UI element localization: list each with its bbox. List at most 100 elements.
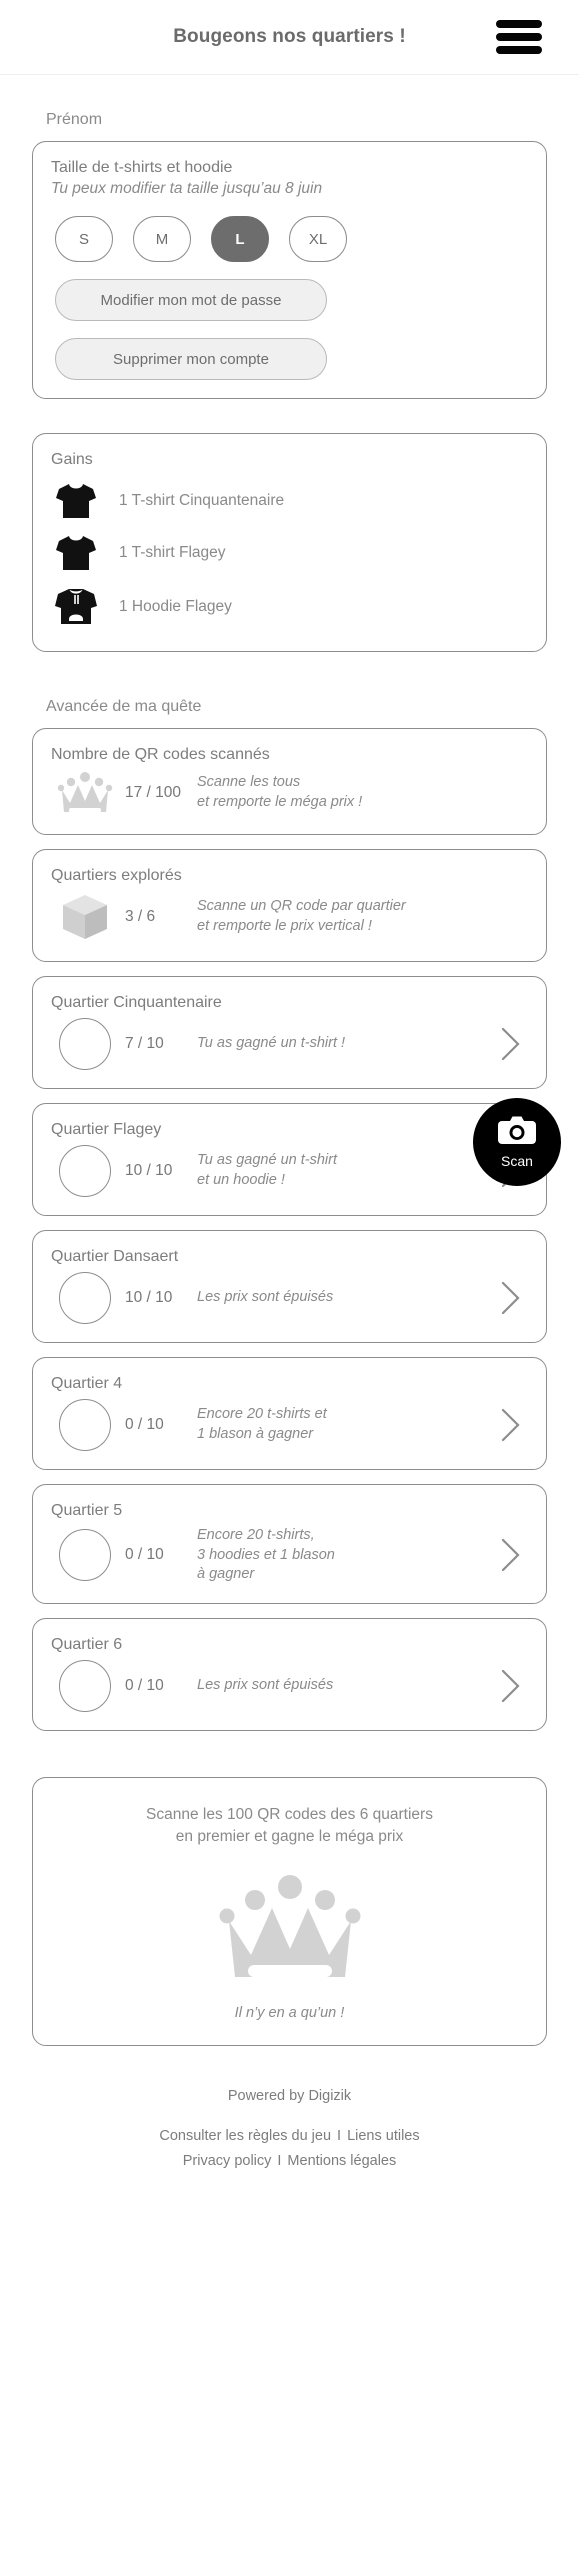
district-row-cinquantenaire[interactable]: Quartier Cinquantenaire 7 / 10 Tu as gag… [32, 976, 547, 1089]
camera-icon [497, 1115, 537, 1150]
district-desc: Tu as gagné un t-shirt ! [197, 1034, 494, 1054]
tshirt-icon [51, 533, 101, 573]
progress-ring-icon [51, 1145, 119, 1197]
district-title: Quartier 4 [51, 1375, 123, 1392]
chevron-right-icon[interactable] [494, 1281, 528, 1315]
district-row-4[interactable]: Quartier 4 0 / 10 Encore 20 t-shirts et … [32, 1357, 547, 1470]
chevron-right-icon[interactable] [494, 1027, 528, 1061]
district-body: 7 / 10 Tu as gagné un t-shirt ! [51, 1018, 528, 1070]
chevron-right-icon[interactable] [494, 1408, 528, 1442]
district-desc: Les prix sont épuisés [197, 1676, 494, 1696]
districts-explored-title: Quartiers explorés [51, 867, 182, 884]
powered-by-label: Powered by Digizik [227, 2087, 352, 2104]
district-desc-line1: Les prix sont épuisés [197, 1289, 334, 1306]
mega-line2: en premier et gagne le méga prix [175, 1828, 404, 1846]
qr-desc-line2: et remporte le méga prix ! [197, 794, 363, 810]
district-title: Quartier Flagey [51, 1121, 162, 1138]
district-row-flagey[interactable]: Quartier Flagey 10 / 10 Tu as gagné un t… [32, 1103, 547, 1216]
hamburger-menu-icon[interactable] [496, 20, 542, 54]
district-desc-line1: Les prix sont épuisés [197, 1676, 334, 1693]
footer-links: Consulter les règles du jeu I Liens utiles… [32, 2124, 547, 2175]
district-desc-line1: Encore 20 t-shirts et [197, 1406, 327, 1423]
district-desc-line2: 1 blason à gagner [197, 1426, 314, 1442]
tshirt-icon [51, 481, 101, 521]
size-card-title: Taille de t-shirts et hoodie [51, 159, 233, 176]
mega-prize-card: Scanne les 100 QR codes des 6 quartiers … [32, 1776, 547, 2046]
district-desc: Les prix sont épuisés [197, 1288, 494, 1308]
mega-note: Il n’y en a qu’un ! [234, 2004, 345, 2021]
hamburger-bar [496, 46, 542, 54]
district-desc: Tu as gagné un t-shirt et un hoodie ! [197, 1151, 494, 1190]
link-legal[interactable]: Mentions légales [287, 2153, 396, 2169]
link-useful[interactable]: Liens utiles [347, 2128, 420, 2144]
qr-scanned-count: 17 / 100 [125, 784, 182, 801]
list-item: 1 Hoodie Flagey [51, 585, 528, 629]
progress-ring-icon [51, 1659, 119, 1712]
districts-explored-body: 3 / 6 Scanne un QR code par quartier et … [51, 891, 528, 943]
district-count: 7 / 10 [125, 1035, 164, 1052]
district-row-dansaert[interactable]: Quartier Dansaert 10 / 10 Les prix sont … [32, 1230, 547, 1343]
scan-button[interactable]: Scan [473, 1098, 561, 1186]
gain-label: 1 T-shirt Flagey [119, 544, 226, 561]
district-desc-line2: et un hoodie ! [197, 1172, 285, 1188]
district-body: 0 / 10 Les prix sont épuisés [51, 1659, 528, 1712]
districts-explored-count: 3 / 6 [125, 908, 156, 925]
app-header: Bougeons nos quartiers ! [0, 0, 579, 75]
districts-desc-line2: et remporte le prix vertical ! [197, 918, 372, 934]
district-desc-line2: 3 hoodies et 1 blason [197, 1546, 335, 1563]
district-body: 10 / 10 Les prix sont épuisés [51, 1272, 528, 1324]
link-separator: I [337, 2127, 342, 2144]
progress-ring-icon [51, 1399, 119, 1451]
mega-line1: Scanne les 100 QR codes des 6 quartiers [146, 1805, 433, 1823]
district-desc: Encore 20 t-shirts, 3 hoodies et 1 blaso… [197, 1526, 494, 1585]
footer-links-row2: Privacy policy I Mentions légales [32, 2149, 547, 2174]
size-option-l[interactable]: L [211, 216, 269, 262]
size-option-m[interactable]: M [133, 216, 191, 262]
scan-button-label: Scan [501, 1153, 533, 1169]
district-desc-line1: Encore 20 t-shirts, [197, 1527, 315, 1543]
link-rules[interactable]: Consulter les règles du jeu [159, 2128, 331, 2144]
district-title: Quartier 5 [51, 1502, 123, 1519]
chevron-right-icon[interactable] [494, 1538, 528, 1572]
list-item: 1 T-shirt Cinquantenaire [51, 481, 528, 521]
gain-label: 1 Hoodie Flagey [119, 598, 232, 615]
hoodie-icon [51, 585, 101, 629]
change-password-button[interactable]: Modifier mon mot de passe [55, 279, 327, 321]
district-count: 0 / 10 [125, 1416, 164, 1433]
district-desc-line1: Tu as gagné un t-shirt ! [197, 1035, 346, 1052]
district-row-5[interactable]: Quartier 5 0 / 10 Encore 20 t-shirts, 3 … [32, 1484, 547, 1604]
qr-scanned-desc: Scanne les tous et remporte le méga prix… [197, 773, 528, 812]
district-count: 0 / 10 [125, 1676, 164, 1694]
size-option-xl[interactable]: XL [289, 216, 347, 262]
chevron-right-icon[interactable] [494, 1669, 528, 1703]
list-item: 1 T-shirt Flagey [51, 533, 528, 573]
size-card-subtitle: Tu peux modifier ta taille jusqu’au 8 ju… [51, 180, 323, 197]
district-count: 10 / 10 [125, 1289, 173, 1306]
progress-ring-icon [51, 1529, 119, 1582]
gain-label: 1 T-shirt Cinquantenaire [119, 492, 285, 509]
quest-section-label: Avancée de ma quête [46, 698, 202, 715]
district-row-6[interactable]: Quartier 6 0 / 10 Les prix sont épuisés [32, 1617, 547, 1731]
progress-ring-icon [51, 1272, 119, 1324]
size-card: Taille de t-shirts et hoodie Tu peux mod… [32, 141, 547, 399]
gains-card: Gains 1 T-shirt Cinquantenaire 1 T-shirt… [32, 433, 547, 652]
qr-scanned-card: Nombre de QR codes scannés 17 / 100 Scan… [32, 728, 547, 835]
district-body: 10 / 10 Tu as gagné un t-shirt et un hoo… [51, 1145, 528, 1197]
cube-icon [51, 891, 119, 943]
link-privacy[interactable]: Privacy policy [183, 2153, 272, 2169]
district-title: Quartier Cinquantenaire [51, 994, 222, 1011]
size-option-s[interactable]: S [55, 216, 113, 262]
district-desc-line3: à gagner [197, 1566, 255, 1583]
link-separator: I [277, 2153, 282, 2169]
districts-explored-desc: Scanne un QR code par quartier et rempor… [197, 897, 528, 936]
hamburger-bar [496, 20, 542, 28]
district-title: Quartier Dansaert [51, 1248, 179, 1265]
size-selector: S M L XL [55, 216, 528, 262]
qr-scanned-title: Nombre de QR codes scannés [51, 746, 270, 763]
district-desc: Encore 20 t-shirts et 1 blason à gagner [197, 1405, 494, 1444]
page-title: Bougeons nos quartiers ! [173, 26, 406, 47]
crown-icon [51, 1871, 528, 1987]
districts-explored-card: Quartiers explorés 3 / 6 Scanne un QR co… [32, 849, 547, 962]
hamburger-bar [496, 33, 542, 41]
delete-account-button[interactable]: Supprimer mon compte [55, 338, 327, 380]
